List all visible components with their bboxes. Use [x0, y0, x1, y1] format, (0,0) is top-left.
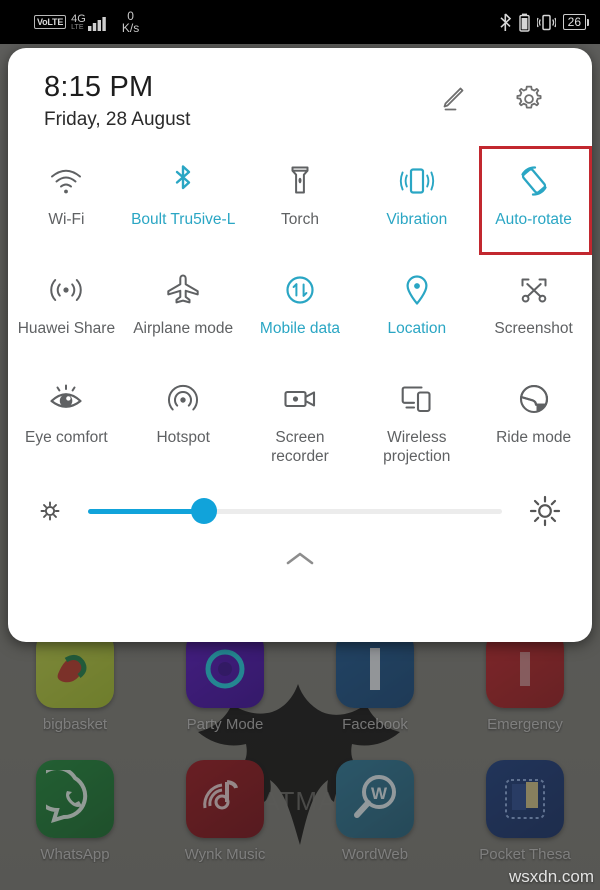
quick-tile-label: Hotspot: [156, 429, 210, 446]
volte-badge: VoLTE: [34, 15, 67, 29]
clock-date: Friday, 28 August: [44, 109, 191, 130]
vibration-icon: [397, 160, 437, 202]
panel-header: 8:15 PM Friday, 28 August: [8, 48, 592, 134]
wireless-projection-icon: [397, 378, 437, 420]
quick-tile-mobile-data[interactable]: Mobile data: [242, 257, 359, 366]
vibrate-icon: [536, 14, 556, 30]
quick-tile-label: Ride mode: [496, 429, 572, 446]
screenshot-scissors-icon: [514, 269, 554, 311]
mobile-data-icon: [280, 269, 320, 311]
data-rate-value: 0: [127, 8, 134, 23]
auto-rotate-icon: [514, 160, 554, 202]
quick-settings-tiles: Wi-Fi Boult Tru5ive-L Torch Vibration Auto-r…: [8, 146, 592, 475]
brightness-low-icon: [36, 497, 64, 525]
quick-tile-wi-fi[interactable]: Wi-Fi: [8, 148, 125, 257]
hotspot-icon: [163, 378, 203, 420]
bluetooth-icon: [163, 160, 203, 202]
quick-tile-label: Auto-rotate: [495, 211, 572, 228]
quick-tile-screen-recorder[interactable]: Screen recorder: [242, 366, 359, 475]
gear-icon: [516, 85, 542, 109]
panel-header-actions: [434, 70, 568, 116]
quick-tile-huawei-share[interactable]: Huawei Share: [8, 257, 125, 366]
flashlight-icon: [280, 160, 320, 202]
quick-tile-label: Screen recorder: [271, 429, 329, 465]
quick-tile-auto-rotate[interactable]: Auto-rotate: [475, 146, 592, 257]
quick-tile-vibration[interactable]: Vibration: [358, 148, 475, 257]
quick-tile-label: Vibration: [386, 211, 448, 228]
quick-tile-label: Boult Tru5ive-L: [131, 211, 236, 228]
bluetooth-icon: [500, 12, 511, 31]
status-bar-left: VoLTE 4G LTE 0 K/s: [34, 10, 139, 35]
site-watermark: wsxdn.com: [508, 867, 594, 886]
quick-tile-location[interactable]: Location: [358, 257, 475, 366]
edit-button[interactable]: [434, 82, 468, 116]
quick-tile-label: Huawei Share: [17, 320, 116, 337]
quick-tile-wireless-projection[interactable]: Wireless projection: [358, 366, 475, 475]
pencil-icon: [443, 87, 464, 111]
brightness-row: [8, 483, 592, 539]
quick-tile-label: Location: [387, 320, 447, 337]
clock-time: 8:15 PM: [44, 71, 154, 103]
signal-bars-icon: [87, 16, 106, 31]
brightness-slider[interactable]: [88, 498, 502, 524]
quick-tile-label: Airplane mode: [133, 320, 234, 337]
wifi-icon: [46, 160, 86, 202]
quick-tile-airplane-mode[interactable]: Airplane mode: [125, 257, 242, 366]
quick-settings-panel: 8:15 PM Friday, 28 August Wi-Fi Boult Tr…: [8, 48, 592, 642]
quick-tile-boult-tru5ive-l[interactable]: Boult Tru5ive-L: [125, 148, 242, 257]
brightness-slider-thumb[interactable]: [190, 498, 217, 524]
screen-recorder-icon: [280, 378, 320, 420]
network-type-label: 4G: [71, 12, 86, 25]
network-sub-label: LTE: [71, 23, 84, 31]
quick-tile-ride-mode[interactable]: Ride mode: [475, 366, 592, 475]
ride-mode-helmet-icon: [514, 378, 554, 420]
phone-screen: BATMAN bigbasket Party Mode Facebook Emerge…: [0, 0, 600, 890]
status-bar: VoLTE 4G LTE 0 K/s 26: [0, 0, 600, 44]
battery-level-badge: 26: [562, 14, 590, 30]
quick-tile-label: Eye comfort: [25, 429, 108, 446]
data-rate-indicator: 0 K/s: [122, 10, 139, 35]
quick-tile-torch[interactable]: Torch: [242, 148, 359, 257]
chevron-up-icon: [286, 552, 314, 565]
headset-battery-icon: [518, 13, 530, 32]
quick-tile-label: Wireless projection: [383, 429, 451, 465]
quick-tile-label: Screenshot: [494, 320, 573, 337]
quick-tile-eye-comfort[interactable]: Eye comfort: [8, 366, 125, 475]
quick-tile-label: Torch: [281, 211, 319, 228]
huawei-share-icon: [46, 269, 86, 311]
location-pin-icon: [397, 269, 437, 311]
brightness-slider-fill: [88, 508, 204, 514]
quick-tile-screenshot[interactable]: Screenshot: [475, 257, 592, 366]
data-rate-unit: K/s: [121, 20, 140, 35]
airplane-icon: [163, 269, 203, 311]
quick-tile-label: Wi-Fi: [48, 211, 85, 228]
quick-tile-hotspot[interactable]: Hotspot: [125, 366, 242, 475]
settings-button[interactable]: [512, 82, 546, 116]
status-bar-right: 26: [499, 12, 590, 32]
brightness-high-icon: [526, 492, 564, 530]
eye-comfort-icon: [46, 378, 86, 420]
quick-tile-label: Mobile data: [259, 320, 341, 337]
expand-panel-button[interactable]: [8, 539, 592, 579]
